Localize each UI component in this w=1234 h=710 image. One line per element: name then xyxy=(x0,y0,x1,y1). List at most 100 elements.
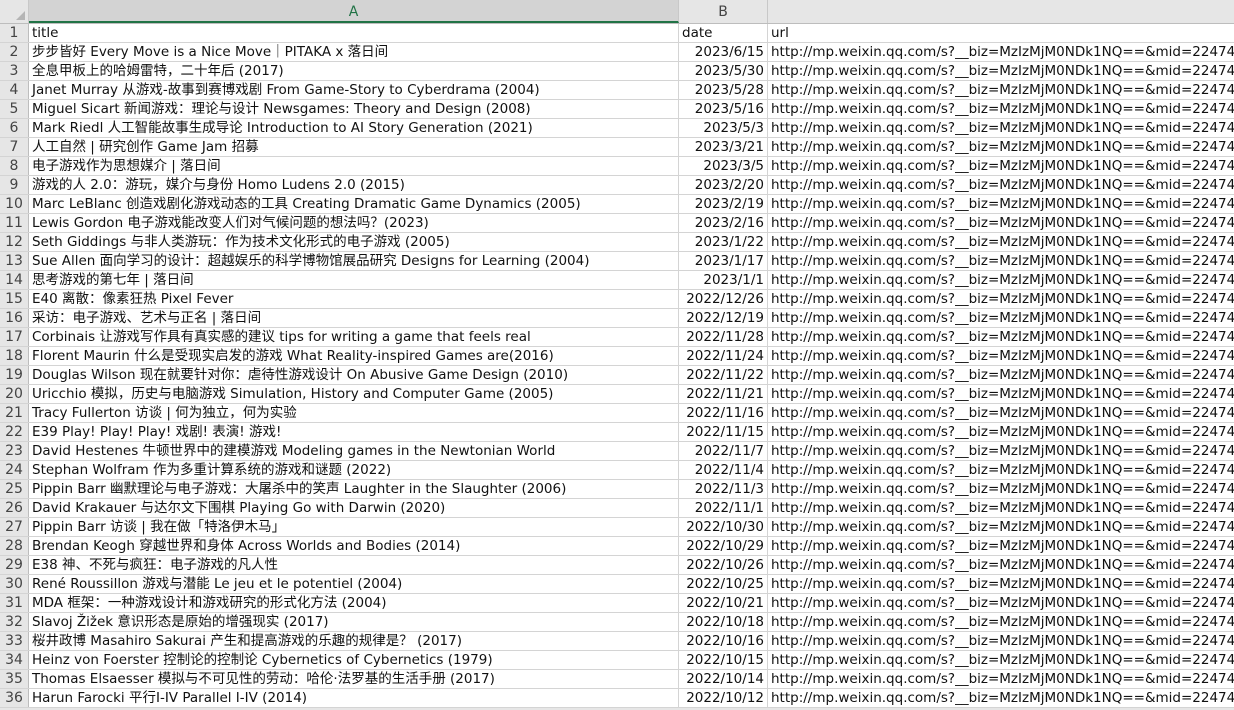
cell-date-header[interactable]: date xyxy=(679,24,768,42)
cell-title[interactable]: Janet Murray 从游戏-故事到赛博戏剧 From Game-Story… xyxy=(29,81,679,99)
cell-date[interactable]: 2022/10/30 xyxy=(679,518,768,536)
cell-date[interactable]: 2022/11/28 xyxy=(679,328,768,346)
cell-date[interactable]: 2022/10/15 xyxy=(679,651,768,669)
row-number[interactable]: 31 xyxy=(0,594,29,612)
cell-title[interactable]: Harun Farocki 平行I-IV Parallel I-IV (2014… xyxy=(29,689,679,707)
cell-title[interactable]: Lewis Gordon 电子游戏能改变人们对气候问题的想法吗？(2023) xyxy=(29,214,679,232)
cell-title[interactable]: Marc LeBlanc 创造戏剧化游戏动态的工具 Creating Drama… xyxy=(29,195,679,213)
row-number[interactable]: 24 xyxy=(0,461,29,479)
cell-date[interactable]: 2023/5/16 xyxy=(679,100,768,118)
cell-title[interactable]: 电子游戏作为思想媒介 | 落日间 xyxy=(29,157,679,175)
cell-title[interactable]: 桜井政博 Masahiro Sakurai 产生和提高游戏的乐趣的规律是？ (2… xyxy=(29,632,679,650)
cell-title[interactable]: MDA 框架：一种游戏设计和游戏研究的形式化方法 (2004) xyxy=(29,594,679,612)
row-number[interactable]: 32 xyxy=(0,613,29,631)
cell-url[interactable]: http://mp.weixin.qq.com/s?__biz=MzIzMjM0… xyxy=(768,404,1234,422)
cell-url[interactable]: http://mp.weixin.qq.com/s?__biz=MzIzMjM0… xyxy=(768,461,1234,479)
cell-date[interactable]: 2022/10/25 xyxy=(679,575,768,593)
cell-url[interactable]: http://mp.weixin.qq.com/s?__biz=MzIzMjM0… xyxy=(768,632,1234,650)
cell-url[interactable]: http://mp.weixin.qq.com/s?__biz=MzIzMjM0… xyxy=(768,233,1234,251)
cell-date[interactable]: 2022/11/24 xyxy=(679,347,768,365)
row-number[interactable]: 25 xyxy=(0,480,29,498)
row-number[interactable]: 4 xyxy=(0,81,29,99)
cell-url[interactable]: http://mp.weixin.qq.com/s?__biz=MzIzMjM0… xyxy=(768,271,1234,289)
row-number[interactable]: 15 xyxy=(0,290,29,308)
cell-date[interactable]: 2023/1/1 xyxy=(679,271,768,289)
cell-url[interactable]: http://mp.weixin.qq.com/s?__biz=MzIzMjM0… xyxy=(768,366,1234,384)
row-number[interactable]: 2 xyxy=(0,43,29,61)
cell-url[interactable]: http://mp.weixin.qq.com/s?__biz=MzIzMjM0… xyxy=(768,195,1234,213)
row-number[interactable]: 20 xyxy=(0,385,29,403)
cell-date[interactable]: 2022/10/29 xyxy=(679,537,768,555)
cell-date[interactable]: 2022/10/18 xyxy=(679,613,768,631)
row-number[interactable]: 8 xyxy=(0,157,29,175)
cell-url[interactable]: http://mp.weixin.qq.com/s?__biz=MzIzMjM0… xyxy=(768,214,1234,232)
cell-url[interactable]: http://mp.weixin.qq.com/s?__biz=MzIzMjM0… xyxy=(768,100,1234,118)
cell-url[interactable]: http://mp.weixin.qq.com/s?__biz=MzIzMjM0… xyxy=(768,81,1234,99)
cell-title[interactable]: Douglas Wilson 现在就要针对你：虐待性游戏设计 On Abusiv… xyxy=(29,366,679,384)
cell-title[interactable]: Seth Giddings 与非人类游玩：作为技术文化形式的电子游戏 (2005… xyxy=(29,233,679,251)
cell-date[interactable]: 2022/11/4 xyxy=(679,461,768,479)
cell-title[interactable]: Pippin Barr 访谈 | 我在做「特洛伊木马」 xyxy=(29,518,679,536)
cell-date[interactable]: 2023/2/20 xyxy=(679,176,768,194)
cell-url[interactable]: http://mp.weixin.qq.com/s?__biz=MzIzMjM0… xyxy=(768,347,1234,365)
row-number[interactable]: 3 xyxy=(0,62,29,80)
cell-url[interactable]: http://mp.weixin.qq.com/s?__biz=MzIzMjM0… xyxy=(768,499,1234,517)
cell-title[interactable]: David Krakauer 与达尔文下围棋 Playing Go with D… xyxy=(29,499,679,517)
column-header-b[interactable]: B xyxy=(679,0,768,23)
cell-url[interactable]: http://mp.weixin.qq.com/s?__biz=MzIzMjM0… xyxy=(768,119,1234,137)
column-header-c[interactable] xyxy=(768,0,1234,23)
cell-title[interactable]: Uricchio 模拟，历史与电脑游戏 Simulation, History … xyxy=(29,385,679,403)
row-number[interactable]: 30 xyxy=(0,575,29,593)
cell-title[interactable]: Florent Maurin 什么是受现实启发的游戏 What Reality-… xyxy=(29,347,679,365)
cell-date[interactable]: 2023/2/16 xyxy=(679,214,768,232)
select-all-button[interactable] xyxy=(0,0,29,23)
row-number[interactable]: 17 xyxy=(0,328,29,346)
cell-date[interactable]: 2022/10/14 xyxy=(679,670,768,688)
cell-title[interactable]: Pippin Barr 幽默理论与电子游戏：大屠杀中的笑声 Laughter i… xyxy=(29,480,679,498)
cell-title[interactable]: 思考游戏的第七年 | 落日间 xyxy=(29,271,679,289)
cell-url[interactable]: http://mp.weixin.qq.com/s?__biz=MzIzMjM0… xyxy=(768,328,1234,346)
row-number[interactable]: 22 xyxy=(0,423,29,441)
cell-url[interactable]: http://mp.weixin.qq.com/s?__biz=MzIzMjM0… xyxy=(768,138,1234,156)
cell-date[interactable]: 2023/3/5 xyxy=(679,157,768,175)
cell-url-header[interactable]: url xyxy=(768,24,1234,42)
row-number[interactable]: 27 xyxy=(0,518,29,536)
cell-date[interactable]: 2022/11/15 xyxy=(679,423,768,441)
row-number[interactable]: 9 xyxy=(0,176,29,194)
cell-date[interactable]: 2023/5/30 xyxy=(679,62,768,80)
cell-title[interactable]: Stephan Wolfram 作为多重计算系统的游戏和谜题 (2022) xyxy=(29,461,679,479)
row-number[interactable]: 10 xyxy=(0,195,29,213)
cell-date[interactable]: 2023/1/17 xyxy=(679,252,768,270)
cell-url[interactable]: http://mp.weixin.qq.com/s?__biz=MzIzMjM0… xyxy=(768,442,1234,460)
cell-date[interactable]: 2022/10/26 xyxy=(679,556,768,574)
cell-title[interactable]: Mark Riedl 人工智能故事生成导论 Introduction to AI… xyxy=(29,119,679,137)
cell-url[interactable]: http://mp.weixin.qq.com/s?__biz=MzIzMjM0… xyxy=(768,594,1234,612)
row-number[interactable]: 33 xyxy=(0,632,29,650)
cell-url[interactable]: http://mp.weixin.qq.com/s?__biz=MzIzMjM0… xyxy=(768,385,1234,403)
cell-title[interactable]: Miguel Sicart 新闻游戏：理论与设计 Newsgames: Theo… xyxy=(29,100,679,118)
cell-title[interactable]: E40 离散：像素狂热 Pixel Fever xyxy=(29,290,679,308)
cell-url[interactable]: http://mp.weixin.qq.com/s?__biz=MzIzMjM0… xyxy=(768,537,1234,555)
cell-url[interactable]: http://mp.weixin.qq.com/s?__biz=MzIzMjM0… xyxy=(768,480,1234,498)
cell-title[interactable]: Tracy Fullerton 访谈 | 何为独立，何为实验 xyxy=(29,404,679,422)
cell-title[interactable]: Thomas Elsaesser 模拟与不可见性的劳动：哈伦·法罗基的生活手册 … xyxy=(29,670,679,688)
cell-title[interactable]: Corbinais 让游戏写作具有真实感的建议 tips for writing… xyxy=(29,328,679,346)
cell-title[interactable]: David Hestenes 牛顿世界中的建模游戏 Modeling games… xyxy=(29,442,679,460)
cell-url[interactable]: http://mp.weixin.qq.com/s?__biz=MzIzMjM0… xyxy=(768,689,1234,707)
cell-title[interactable]: 步步皆好 Every Move is a Nice Move｜PITAKA x … xyxy=(29,43,679,61)
cell-url[interactable]: http://mp.weixin.qq.com/s?__biz=MzIzMjM0… xyxy=(768,651,1234,669)
cell-date[interactable]: 2023/1/22 xyxy=(679,233,768,251)
row-number[interactable]: 11 xyxy=(0,214,29,232)
row-number[interactable]: 7 xyxy=(0,138,29,156)
cell-url[interactable]: http://mp.weixin.qq.com/s?__biz=MzIzMjM0… xyxy=(768,670,1234,688)
cell-url[interactable]: http://mp.weixin.qq.com/s?__biz=MzIzMjM0… xyxy=(768,309,1234,327)
cell-title[interactable]: E38 神、不死与疯狂：电子游戏的凡人性 xyxy=(29,556,679,574)
cell-date[interactable]: 2022/11/22 xyxy=(679,366,768,384)
row-number[interactable]: 29 xyxy=(0,556,29,574)
row-number[interactable]: 18 xyxy=(0,347,29,365)
cell-date[interactable]: 2023/5/3 xyxy=(679,119,768,137)
cell-url[interactable]: http://mp.weixin.qq.com/s?__biz=MzIzMjM0… xyxy=(768,290,1234,308)
cell-title[interactable]: Slavoj Žižek 意识形态是原始的增强现实 (2017) xyxy=(29,613,679,631)
row-number[interactable]: 35 xyxy=(0,670,29,688)
cell-date[interactable]: 2023/3/21 xyxy=(679,138,768,156)
